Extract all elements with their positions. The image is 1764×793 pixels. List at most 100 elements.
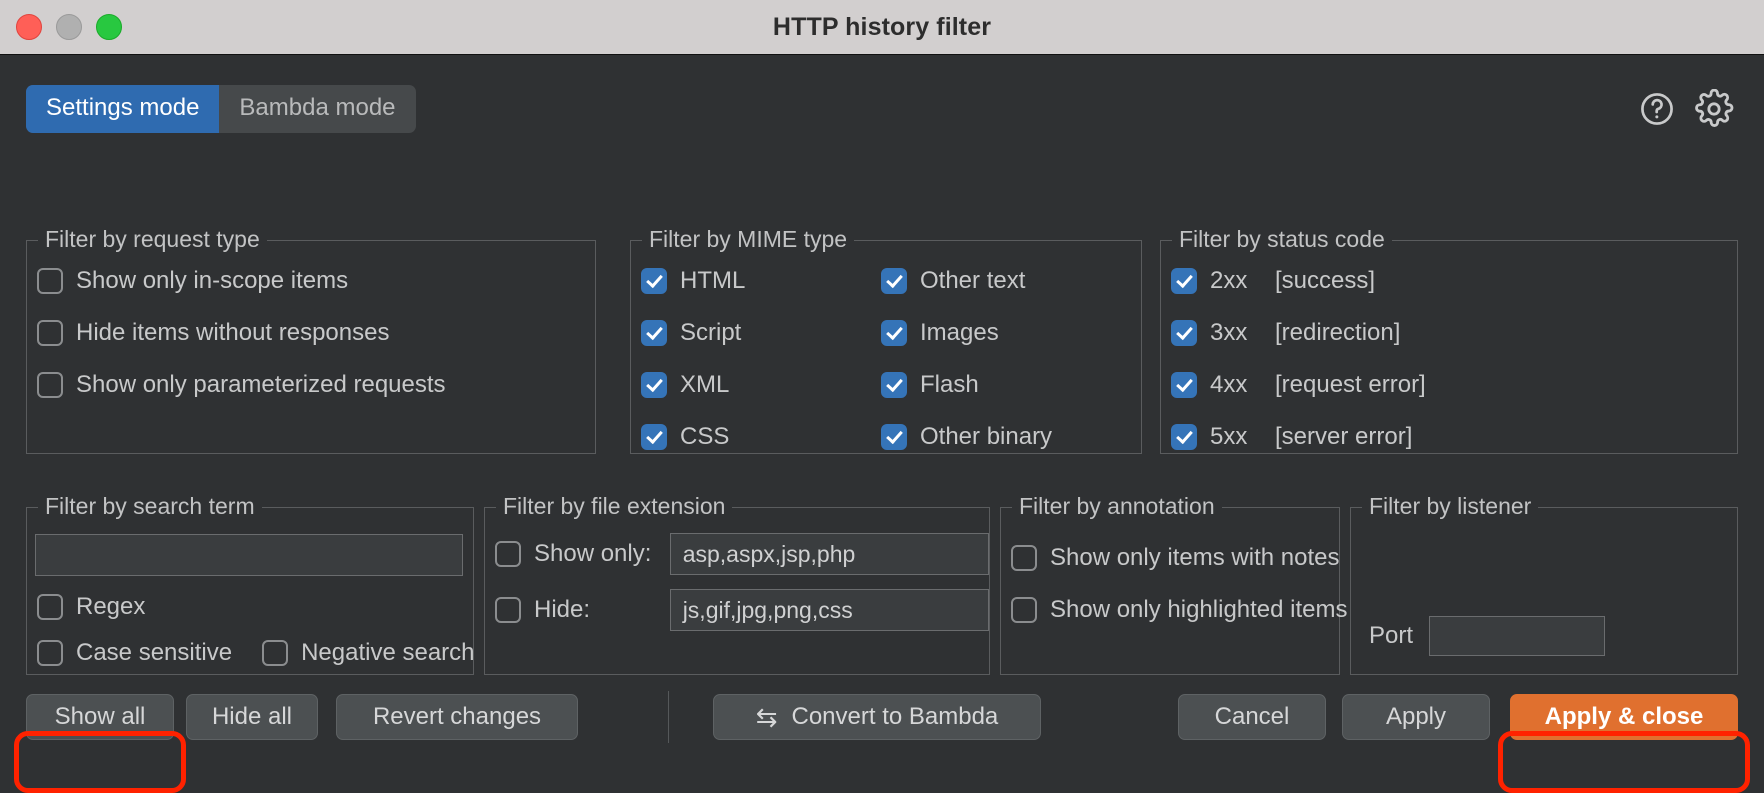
- checkbox-row-show-only-parameterized-requests[interactable]: Show only parameterized requests: [37, 359, 595, 411]
- show-all-button[interactable]: Show all: [26, 694, 174, 740]
- checkbox-icon[interactable]: [37, 640, 63, 666]
- apply-button[interactable]: Apply: [1342, 694, 1490, 740]
- apply-and-close-button[interactable]: Apply & close: [1510, 694, 1738, 740]
- port-input[interactable]: [1429, 616, 1606, 656]
- checkbox-row-other-binary[interactable]: Other binary: [881, 411, 1141, 463]
- checkbox-icon[interactable]: [1011, 545, 1037, 571]
- checkbox-row-show-only-items-with-notes[interactable]: Show only items with notes: [1011, 532, 1339, 584]
- checkbox-row-html[interactable]: HTML: [641, 255, 881, 307]
- checkbox-icon[interactable]: [1011, 597, 1037, 623]
- gear-icon[interactable]: [1694, 88, 1734, 129]
- group-filter-by-status-code: Filter by status code 2xx [success] 3xx …: [1160, 226, 1738, 454]
- checkbox-label: Script: [680, 319, 742, 346]
- checkbox-icon[interactable]: [495, 541, 521, 567]
- button-bar-divider: [668, 691, 669, 743]
- checkbox-icon[interactable]: [1171, 268, 1197, 294]
- hide-all-button[interactable]: Hide all: [186, 694, 318, 740]
- checkbox-row-other-text[interactable]: Other text: [881, 255, 1141, 307]
- checkbox-row-5xx[interactable]: 5xx [server error]: [1171, 411, 1737, 463]
- convert-to-bambda-label: Convert to Bambda: [791, 703, 999, 730]
- checkbox-icon[interactable]: [1171, 372, 1197, 398]
- traffic-light-controls: [0, 14, 122, 40]
- checkbox-label: CSS: [680, 423, 730, 450]
- file-extension-hide-row: Hide: js,gif,jpg,png,css: [485, 582, 989, 638]
- file-extension-show-only-input[interactable]: asp,aspx,jsp,php: [669, 533, 989, 575]
- status-code-description: [server error]: [1275, 423, 1413, 450]
- cancel-button[interactable]: Cancel: [1178, 694, 1326, 740]
- listener-port-row: Port: [1369, 616, 1606, 656]
- search-term-input[interactable]: [35, 534, 463, 576]
- checkbox-label: Show only items with notes: [1050, 544, 1340, 571]
- tab-settings-mode[interactable]: Settings mode: [26, 85, 220, 133]
- checkbox-icon[interactable]: [1171, 424, 1197, 450]
- checkbox-icon[interactable]: [262, 640, 289, 666]
- checkbox-icon[interactable]: [1171, 320, 1197, 346]
- checkbox-icon[interactable]: [881, 320, 907, 346]
- status-code-value: 4xx: [1210, 371, 1248, 398]
- checkbox-row-negative-search[interactable]: Negative search: [262, 627, 475, 679]
- checkbox-row-flash[interactable]: Flash: [881, 359, 1141, 411]
- checkbox-row-regex[interactable]: Regex: [37, 581, 145, 633]
- status-code-description: [success]: [1275, 267, 1376, 294]
- group-filter-by-mime-type: Filter by MIME type HTML Other text Scri…: [630, 226, 1142, 454]
- status-code-value: 3xx: [1210, 319, 1248, 346]
- checkbox-label: Regex: [76, 593, 146, 620]
- checkbox-label: Flash: [920, 371, 979, 398]
- checkbox-label: Show only highlighted items: [1050, 596, 1348, 623]
- checkbox-icon[interactable]: [37, 372, 63, 398]
- checkbox-row-2xx[interactable]: 2xx [success]: [1171, 255, 1737, 307]
- group-filter-by-file-extension: Filter by file extension Show only: asp,…: [484, 493, 990, 675]
- file-extension-hide-input[interactable]: js,gif,jpg,png,css: [669, 589, 989, 631]
- checkbox-row-script[interactable]: Script: [641, 307, 881, 359]
- checkbox-label: Images: [920, 319, 999, 346]
- mode-segmented-control[interactable]: Settings mode Bambda mode: [26, 85, 416, 133]
- help-circle-icon[interactable]: [1638, 90, 1676, 128]
- group-legend: Filter by request type: [38, 226, 267, 253]
- port-label: Port: [1369, 622, 1414, 649]
- checkbox-label: HTML: [680, 267, 746, 294]
- file-extension-show-only-row: Show only: asp,aspx,jsp,php: [485, 526, 989, 582]
- checkbox-row-3xx[interactable]: 3xx [redirection]: [1171, 307, 1737, 359]
- checkbox-row-hide-items-without-responses[interactable]: Hide items without responses: [37, 307, 595, 359]
- checkbox-icon[interactable]: [881, 268, 907, 294]
- checkbox-icon[interactable]: [641, 424, 667, 450]
- checkbox-icon[interactable]: [641, 320, 667, 346]
- checkbox-row-4xx[interactable]: 4xx [request error]: [1171, 359, 1737, 411]
- group-filter-by-search-term: Filter by search term Regex Case sensiti…: [26, 493, 475, 679]
- header-icon-group: [1638, 88, 1738, 129]
- convert-to-bambda-button[interactable]: ⇆ Convert to Bambda: [713, 694, 1041, 740]
- search-options: Regex Case sensitive Negative search: [37, 581, 475, 679]
- status-code-value: 5xx: [1210, 423, 1248, 450]
- checkbox-icon[interactable]: [37, 594, 63, 620]
- swap-arrows-icon: ⇆: [755, 702, 778, 732]
- file-extension-show-only-label: Show only:: [534, 540, 652, 567]
- minimize-window-button[interactable]: [56, 14, 82, 40]
- revert-changes-button[interactable]: Revert changes: [336, 694, 578, 740]
- checkbox-icon[interactable]: [495, 597, 521, 623]
- checkbox-row-show-only-highlighted-items[interactable]: Show only highlighted items: [1011, 584, 1348, 636]
- window-titlebar: HTTP history filter: [0, 0, 1764, 55]
- checkbox-row-case-sensitive[interactable]: Case sensitive: [37, 627, 232, 679]
- checkbox-label: Show only in-scope items: [76, 267, 349, 294]
- close-window-button[interactable]: [16, 14, 42, 40]
- checkbox-icon[interactable]: [37, 320, 63, 346]
- checkbox-label: Other text: [920, 267, 1026, 294]
- checkbox-row-show-only-in-scope-items[interactable]: Show only in-scope items: [37, 255, 595, 307]
- checkbox-icon[interactable]: [641, 372, 667, 398]
- group-filter-by-listener: Filter by listener Port: [1350, 493, 1738, 675]
- file-extension-hide-label: Hide:: [534, 596, 591, 623]
- search-option-line-2: Case sensitive Negative search: [37, 627, 475, 679]
- window-title: HTTP history filter: [772, 12, 992, 41]
- checkbox-row-css[interactable]: CSS: [641, 411, 881, 463]
- checkbox-icon[interactable]: [641, 268, 667, 294]
- checkbox-icon[interactable]: [37, 268, 63, 294]
- status-code-description: [request error]: [1275, 371, 1426, 398]
- checkbox-row-xml[interactable]: XML: [641, 359, 881, 411]
- tab-bambda-mode[interactable]: Bambda mode: [219, 85, 415, 133]
- checkbox-icon[interactable]: [881, 424, 907, 450]
- mode-toolbar: Settings mode Bambda mode: [26, 85, 1738, 133]
- zoom-window-button[interactable]: [96, 14, 122, 40]
- checkbox-label: Case sensitive: [76, 639, 233, 666]
- checkbox-icon[interactable]: [881, 372, 907, 398]
- checkbox-row-images[interactable]: Images: [881, 307, 1141, 359]
